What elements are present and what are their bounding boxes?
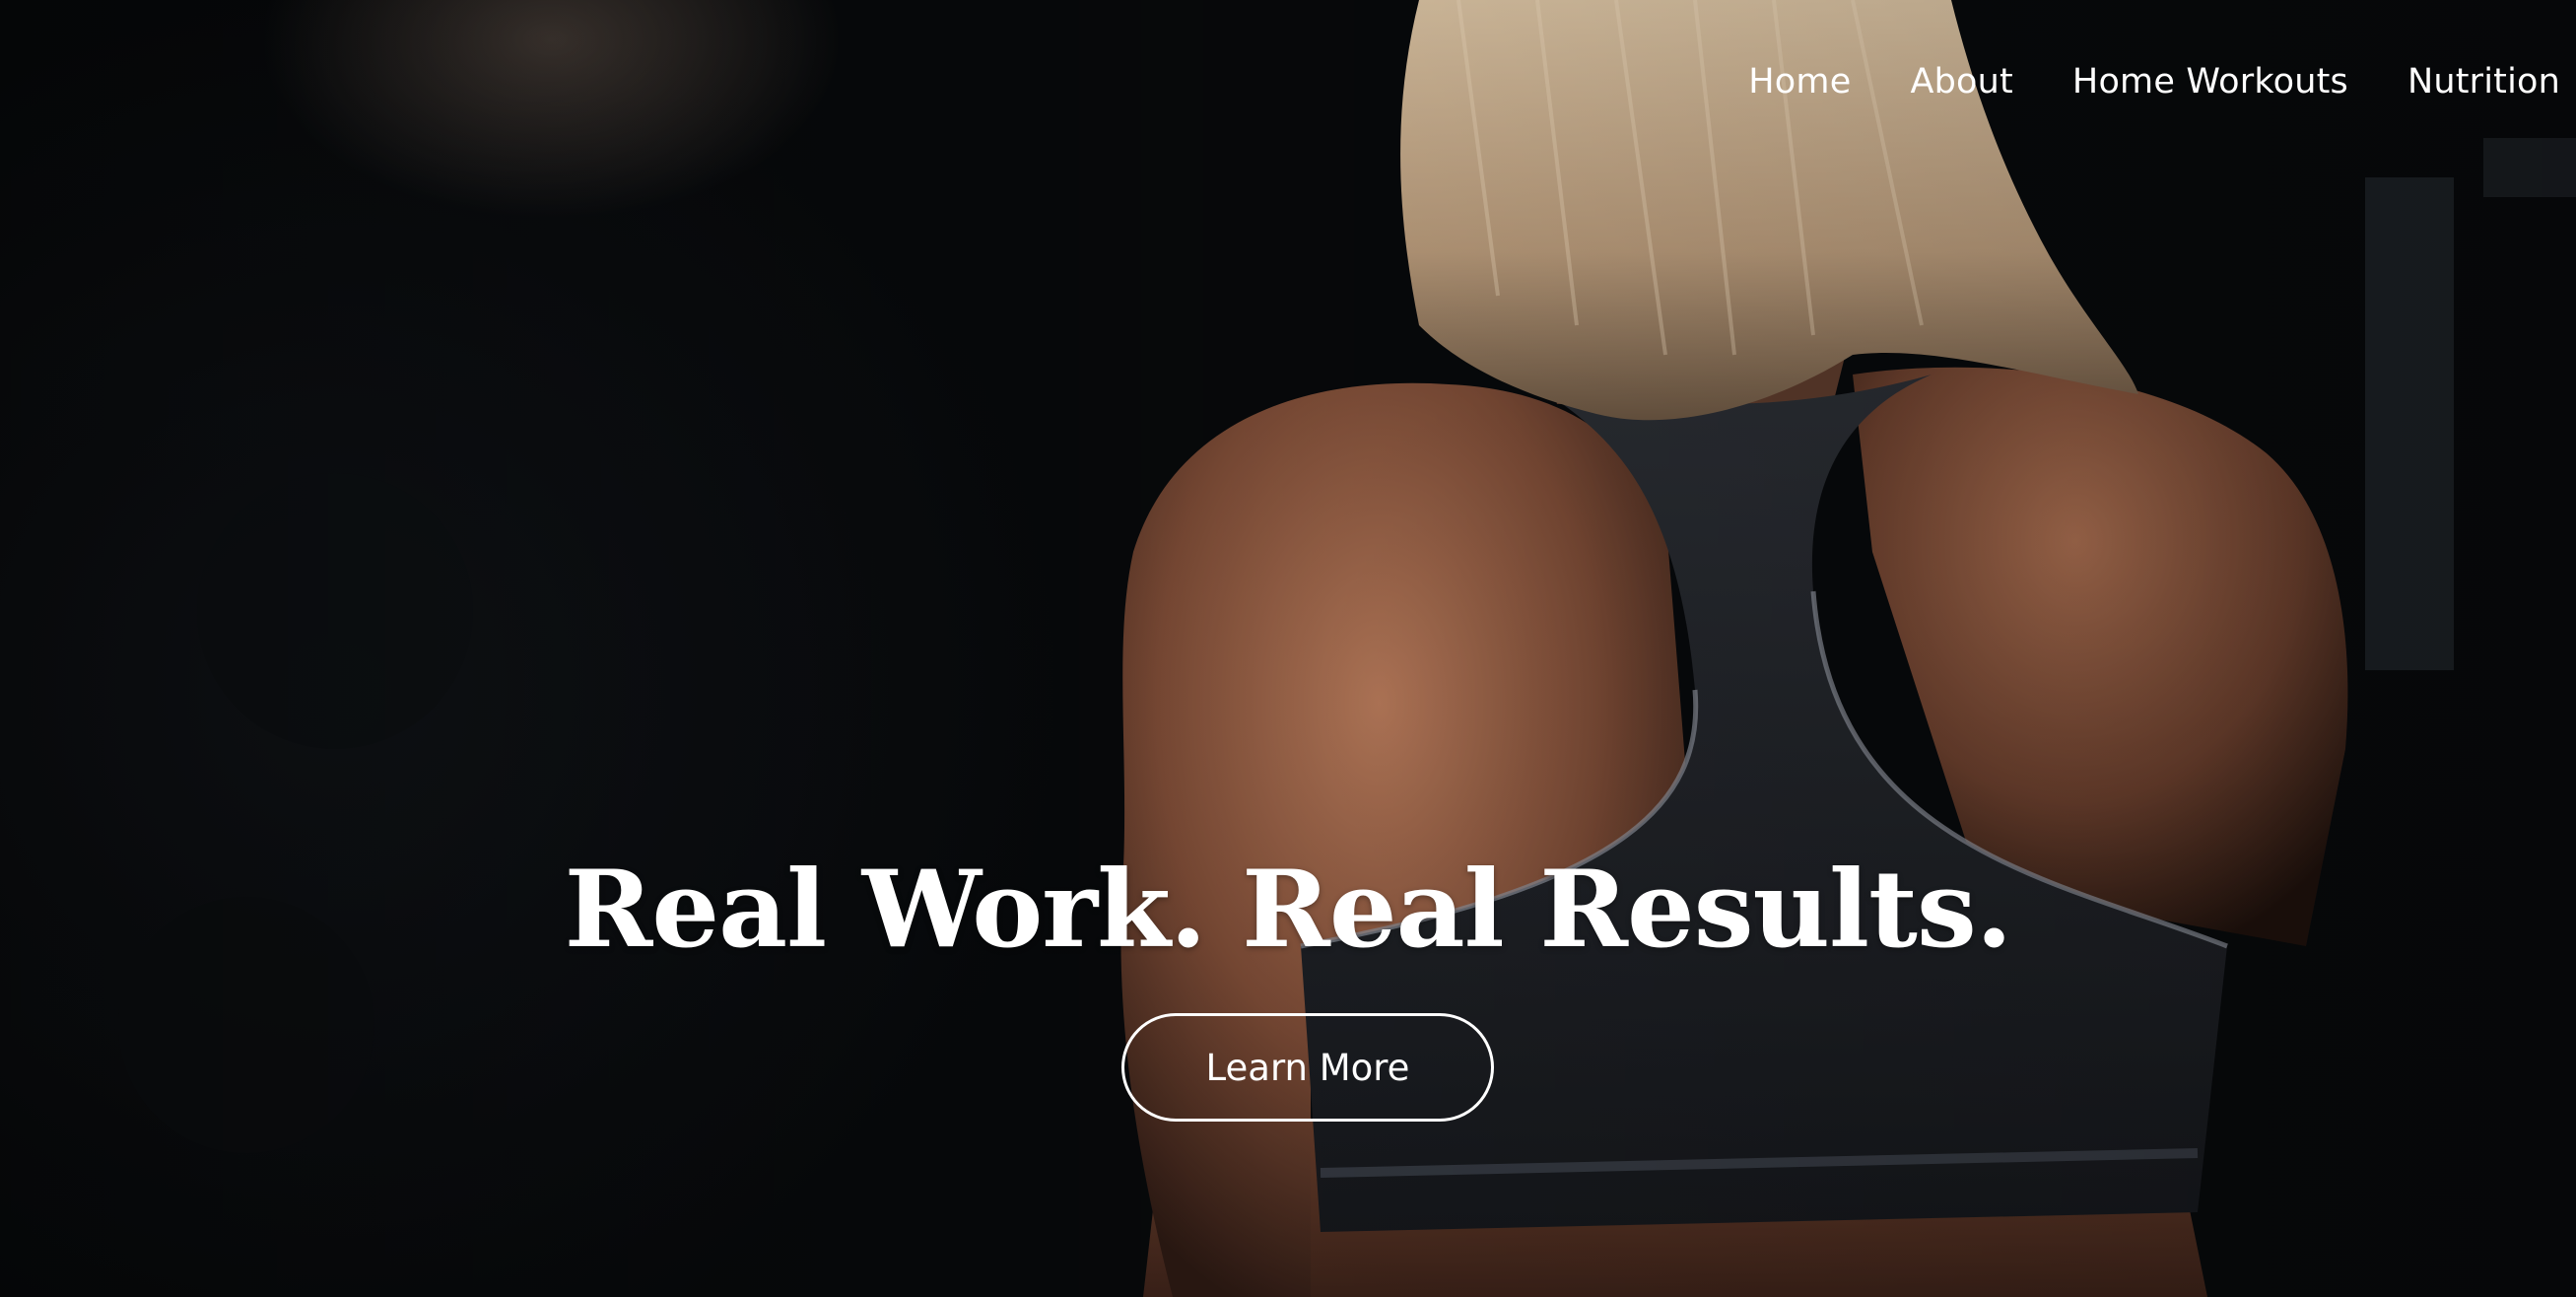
learn-more-button[interactable]: Learn More (1121, 1013, 1494, 1122)
nav-link-nutrition[interactable]: Nutrition (2407, 62, 2560, 102)
main-nav: Home About Home Workouts Nutrition (1689, 51, 2576, 112)
nav-link-home-workouts[interactable]: Home Workouts (2072, 62, 2348, 102)
hero-headline: Real Work. Real Results. (564, 848, 2013, 972)
hero-section: Home About Home Workouts Nutrition Real … (0, 0, 2576, 1297)
nav-link-home[interactable]: Home (1748, 62, 1851, 102)
nav-link-about[interactable]: About (1910, 62, 2012, 102)
